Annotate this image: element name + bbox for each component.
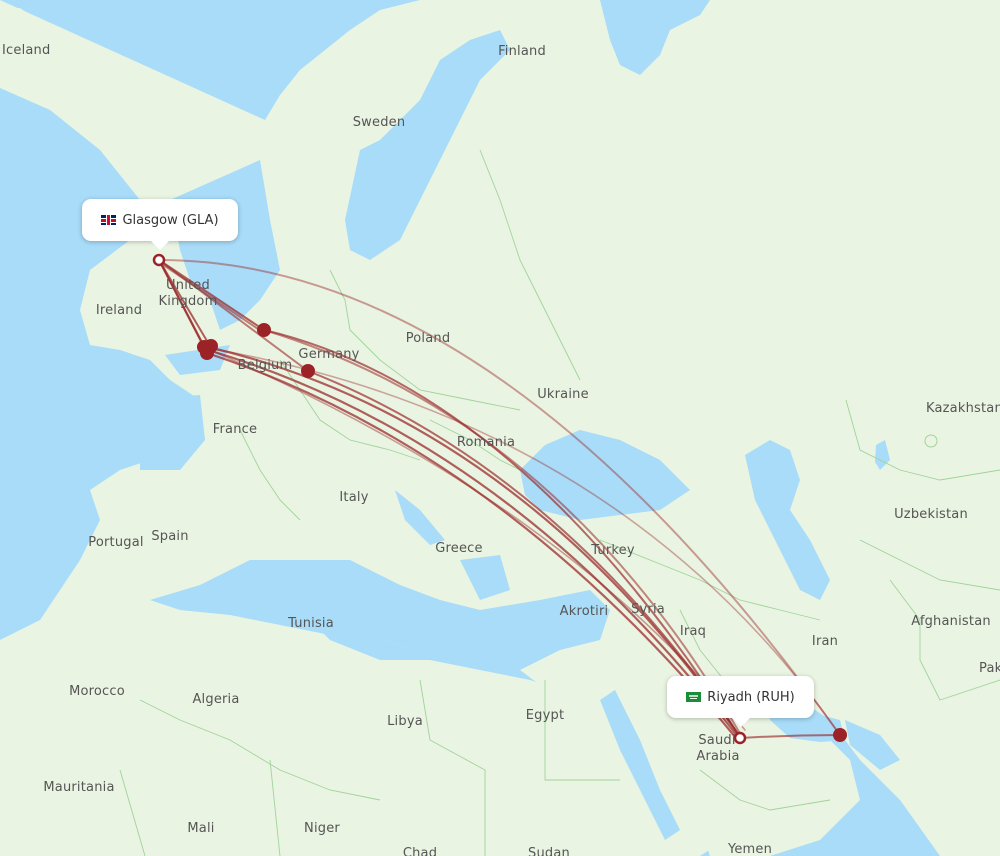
label-mauritania: Mauritania [43,780,115,795]
label-pakistan: Pak [979,661,1000,676]
label-afghanistan: Afghanistan [911,614,991,629]
label-iceland: Iceland [2,43,51,58]
label-iraq: Iraq [679,624,707,639]
label-saudi: Saudi [698,733,736,748]
label-libya: Libya [387,714,423,729]
airport-dot-ams [257,323,271,337]
label-egypt: Egypt [525,708,565,723]
airport-dot-fra [301,364,315,378]
label-turkey: Turkey [591,543,635,558]
label-sweden: Sweden [352,115,406,130]
label-niger: Niger [304,821,340,836]
label-sudan: Sudan [528,846,570,856]
destination-airport-name: Riyadh (RUH) [707,689,795,705]
map-canvas [0,0,1000,856]
label-kazakhstan: Kazakhstan [926,401,1000,416]
label-ukraine: Ukraine [537,387,589,402]
label-romania: Romania [456,435,516,450]
label-spain: Spain [151,529,189,544]
flight-route-map[interactable]: Iceland Finland Sweden United Kingdom Ir… [0,0,1000,856]
label-poland: Poland [405,331,451,346]
destination-airport-popup[interactable]: Riyadh (RUH) [667,676,814,727]
label-italy: Italy [339,490,369,505]
label-syria: Syria [631,602,665,617]
label-uzbekistan: Uzbekistan [894,507,968,522]
label-france: France [212,422,258,437]
label-akrotiri: Akrotiri [559,604,609,619]
airport-dot-lgw [200,346,214,360]
label-tunisia: Tunisia [288,616,334,631]
saudi-flag-icon [686,692,702,702]
label-kingdom: Kingdom [158,294,218,309]
label-ireland: Ireland [95,303,143,318]
label-finland: Finland [498,44,546,59]
destination-marker [733,731,747,745]
label-algeria: Algeria [192,692,240,707]
label-greece: Greece [435,541,483,556]
uk-flag-icon [101,215,117,225]
label-yemen: Yemen [727,842,773,856]
origin-airport-popup[interactable]: Glasgow (GLA) [82,199,238,250]
origin-airport-name: Glasgow (GLA) [122,212,219,228]
label-arabia: Arabia [696,749,740,764]
label-chad: Chad [402,846,438,856]
label-united: United [166,278,210,293]
label-iran: Iran [811,634,839,649]
label-morocco: Morocco [69,684,125,699]
label-mali: Mali [187,821,215,836]
airport-dot-auh [833,728,847,742]
origin-marker [152,253,166,267]
label-portugal: Portugal [88,535,144,550]
label-belgium: Belgium [237,358,293,373]
label-germany: Germany [298,347,360,362]
